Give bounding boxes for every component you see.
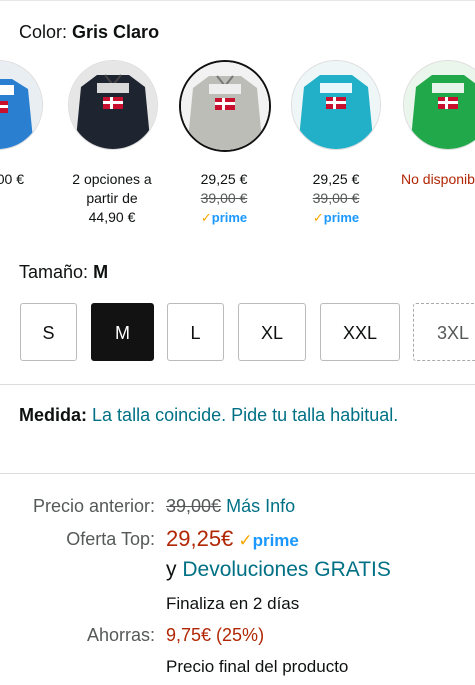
size-option-xl[interactable]: XL [238,303,306,361]
fit-text[interactable]: La talla coincide. Pide tu talla habitua… [92,405,398,425]
section-divider [0,384,475,385]
prime-badge: ✓prime [312,210,360,225]
swatch-image[interactable] [68,60,158,150]
size-selection-label: Tamaño: M [19,262,108,283]
offer-price: 29,25€ [166,526,234,551]
top-divider [0,0,475,1]
savings-value: 9,75€ (25%) [166,625,265,645]
swatch-price: 29,25 € [312,171,360,187]
swatch-unavailable: No disponib [401,171,475,187]
free-returns-link[interactable]: Devoluciones GRATIS [182,558,391,581]
prime-badge: ✓prime [238,531,299,550]
color-swatch-turquesa[interactable]: 29,25 € 39,00 € ✓prime [281,58,391,228]
color-swatch-navy[interactable]: 2 opciones a partir de 44,90 € [57,58,167,228]
swatch-price: 00 € [0,171,24,187]
color-swatch-carousel[interactable]: 00 € 2 opciones a partir de 44,90 € 29,2… [0,58,475,228]
swatch-image[interactable] [291,60,381,150]
returns-row: y Devoluciones GRATIS [166,558,391,582]
jacket-image [181,62,269,150]
swatch-image[interactable] [403,60,475,150]
size-value: M [93,262,109,282]
prime-check-icon: ✓ [238,531,253,550]
swatch-options-text: partir de [86,190,138,206]
swatch-options-text: 2 opciones a [72,171,152,187]
jacket-image [0,61,42,149]
jacket-image [292,61,380,149]
size-option-m[interactable]: M [91,303,154,361]
prime-badge: ✓prime [200,210,248,225]
color-swatch-blue[interactable]: 00 € [0,58,52,228]
swatch-image-selected[interactable] [179,60,271,152]
fit-label: Medida: [19,405,88,425]
previous-price-value: 39,00€ [166,496,222,516]
swatch-price: 29,25 € [200,171,248,187]
jacket-image [404,61,475,149]
size-option-xxl[interactable]: XXL [320,303,400,361]
final-price-note: Precio final del producto [166,657,349,676]
swatch-image[interactable] [0,60,43,150]
color-swatch-verde[interactable]: No disponib [393,58,475,228]
prime-check-icon: ✓ [200,210,212,225]
color-swatch-gris-claro[interactable]: 29,25 € 39,00 € ✓prime [169,58,279,228]
offer-label: Oferta Top: [66,529,155,549]
savings-label: Ahorras: [86,625,155,645]
more-info-link[interactable]: Más Info [226,496,295,516]
color-label: Color: [19,22,68,42]
size-option-l[interactable]: L [167,303,224,361]
offer-ends-text: Finaliza en 2 días [166,594,300,613]
size-option-s[interactable]: S [20,303,77,361]
jacket-image [69,61,157,149]
size-label: Tamaño: [19,262,89,282]
returns-prefix: y [166,558,177,581]
section-divider [0,473,475,474]
size-option-3xl[interactable]: 3XL [413,303,475,361]
size-selector: S M L XL XXL 3XL [0,303,475,363]
swatch-old-price: 39,00 € [200,190,248,206]
color-selection-label: Color: Gris Claro [19,22,159,43]
swatch-price: 44,90 € [88,209,136,225]
previous-price-row: 39,00€ Más Info [166,496,295,517]
swatch-old-price: 39,00 € [312,190,360,206]
fit-info: Medida: La talla coincide. Pide tu talla… [19,402,459,429]
previous-price-label: Precio anterior: [32,496,155,516]
prime-check-icon: ✓ [312,210,324,225]
offer-row: 29,25€ ✓prime [166,526,299,552]
color-value: Gris Claro [72,22,160,42]
